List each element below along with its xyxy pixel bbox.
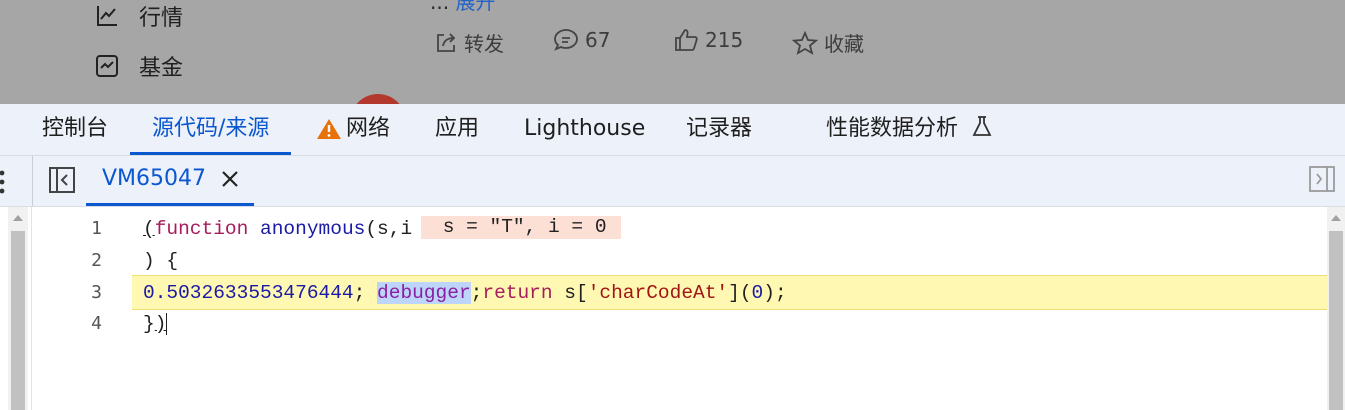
- line-number[interactable]: 2: [60, 245, 102, 277]
- expand-link[interactable]: 展开: [455, 0, 495, 14]
- left-scrollbar[interactable]: [8, 207, 28, 410]
- code-line-1[interactable]: (function anonymous(s,i: [143, 213, 412, 245]
- divider: [32, 156, 33, 206]
- code-editor[interactable]: 1 2 3 4 (function anonymous(s,i s = "T",…: [0, 207, 1345, 410]
- comment-icon: [554, 29, 578, 51]
- nav-item-fund[interactable]: 基金: [95, 50, 183, 82]
- toggle-navigator-icon[interactable]: [48, 166, 76, 194]
- scroll-up-arrow-icon[interactable]: [13, 215, 23, 221]
- tab-console[interactable]: 控制台: [42, 104, 108, 155]
- tab-performance-insights[interactable]: 性能数据分析: [826, 104, 993, 155]
- thumbs-up-icon: [675, 29, 698, 51]
- debugger-statement: debugger: [377, 282, 471, 304]
- nav-item-market[interactable]: 行情: [95, 0, 183, 32]
- star-icon: [792, 30, 818, 55]
- share-icon: [437, 32, 456, 52]
- toggle-debugger-sidebar-icon[interactable]: [1309, 166, 1335, 192]
- line-number[interactable]: 4: [60, 308, 102, 340]
- text-cursor: ): [154, 313, 168, 335]
- tab-sources[interactable]: 源代码/来源: [129, 104, 292, 155]
- gutter-divider: [31, 207, 32, 410]
- code-line-2[interactable]: ) {: [143, 245, 178, 277]
- fund-chart-icon: [96, 55, 118, 77]
- scrollbar-thumb[interactable]: [1329, 231, 1343, 410]
- like-button[interactable]: 215: [673, 28, 743, 52]
- trend-chart-icon: [97, 6, 117, 26]
- warning-icon: [317, 119, 341, 139]
- line-number[interactable]: 1: [60, 213, 102, 245]
- flask-icon: [972, 116, 992, 136]
- code-line-4[interactable]: }): [143, 308, 168, 340]
- nav-label: 基金: [139, 56, 184, 81]
- inline-variable-values: s = "T", i = 0: [421, 216, 621, 239]
- scroll-up-arrow-icon[interactable]: [1331, 215, 1341, 221]
- scrollbar-thumb[interactable]: [11, 231, 25, 410]
- tab-application[interactable]: 应用: [435, 104, 479, 155]
- tab-lighthouse[interactable]: Lighthouse: [524, 104, 645, 155]
- file-tab-label: VM65047: [102, 166, 207, 191]
- post-snippet: ... 展开: [430, 0, 495, 15]
- line-number[interactable]: 3: [60, 277, 102, 309]
- nav-label: 行情: [139, 6, 184, 31]
- background-page: ... 展开 行情 基金 转发 67 215 收藏: [0, 0, 1345, 104]
- right-scrollbar[interactable]: [1327, 207, 1345, 410]
- more-options-icon[interactable]: [0, 169, 8, 195]
- close-icon[interactable]: [220, 169, 240, 189]
- tab-recorder[interactable]: 记录器: [686, 104, 752, 155]
- tab-network[interactable]: 网络: [316, 104, 390, 155]
- comment-button[interactable]: 67: [553, 28, 610, 52]
- code-line-3[interactable]: 0.5032633553476444; debugger;return s['c…: [143, 277, 787, 309]
- avatar[interactable]: [350, 94, 406, 104]
- file-tab-vm65047[interactable]: VM65047: [86, 156, 254, 206]
- devtools-panel-tabs: 控制台 源代码/来源 网络 应用 Lighthouse 记录器 性能数据分析: [0, 104, 1345, 156]
- favorite-button[interactable]: 收藏: [792, 28, 864, 57]
- share-button[interactable]: 转发: [434, 28, 504, 57]
